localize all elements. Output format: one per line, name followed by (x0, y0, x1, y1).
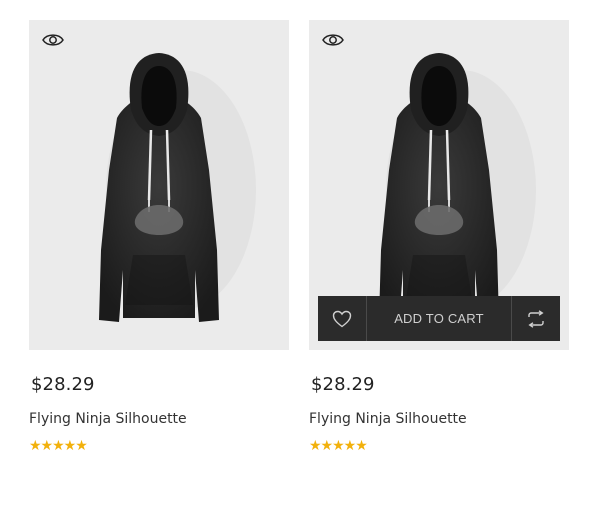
product-title[interactable]: Flying Ninja Silhouette (29, 411, 187, 427)
product-price: $28.29 (31, 374, 95, 395)
product-image-area[interactable]: ADD TO CART (309, 20, 569, 350)
rating-stars: ★★★★★ (29, 437, 88, 453)
add-to-cart-button[interactable]: ADD TO CART (367, 296, 511, 341)
product-image[interactable] (339, 50, 539, 330)
compare-button[interactable] (511, 296, 560, 341)
heart-icon (332, 310, 352, 327)
product-grid: $28.29 Flying Ninja Silhouette ★★★★★ ADD… (0, 0, 600, 510)
eye-icon[interactable] (322, 32, 344, 48)
product-card: ADD TO CART $28.29 Flying Ninja Silhouet… (309, 20, 569, 452)
compare-arrows-icon (528, 309, 544, 328)
product-title[interactable]: Flying Ninja Silhouette (309, 411, 467, 427)
product-action-bar: ADD TO CART (318, 296, 560, 341)
wishlist-button[interactable] (318, 296, 367, 341)
product-image[interactable] (59, 50, 259, 330)
product-price: $28.29 (311, 374, 375, 395)
product-card: $28.29 Flying Ninja Silhouette ★★★★★ (29, 20, 289, 452)
rating-stars: ★★★★★ (309, 437, 368, 453)
product-image-area[interactable] (29, 20, 289, 350)
eye-icon[interactable] (42, 32, 64, 48)
